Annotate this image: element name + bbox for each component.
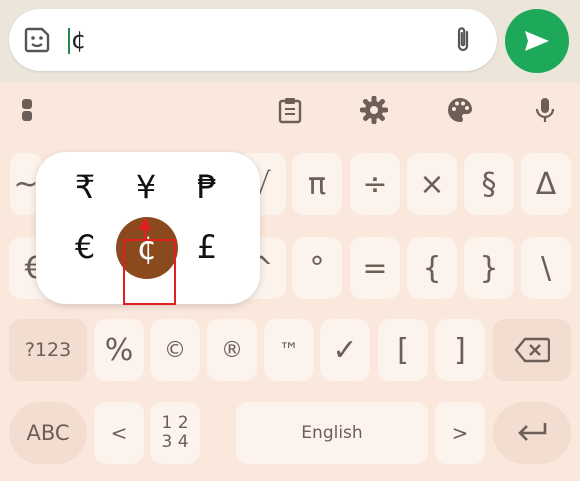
popup-rupee[interactable]: ₹ <box>54 156 116 218</box>
sticker-icon[interactable] <box>23 26 51 54</box>
key-label: > <box>451 421 469 445</box>
key-label: < <box>110 421 128 445</box>
key-label: © <box>164 337 186 363</box>
key-label: × <box>419 166 445 202</box>
key-label: [ <box>397 332 409 368</box>
key-label: ° <box>309 250 325 286</box>
key-greater-than[interactable]: > <box>435 402 485 464</box>
palette-icon[interactable] <box>446 96 474 124</box>
popup-euro[interactable]: € <box>54 216 116 278</box>
key-numpad[interactable]: 1 2 3 4 <box>150 402 200 464</box>
key-label: ÷ <box>362 166 388 202</box>
microphone-icon[interactable] <box>531 96 559 124</box>
key-backslash[interactable]: \ <box>521 237 571 299</box>
key-label: Δ <box>535 166 557 202</box>
key-percent[interactable]: % <box>94 319 144 381</box>
send-icon <box>525 31 549 51</box>
enter-button[interactable] <box>493 402 571 464</box>
key-label-bottom: 3 4 <box>161 432 189 452</box>
key-right-bracket[interactable]: ] <box>435 319 485 381</box>
paperclip-icon[interactable] <box>450 25 476 55</box>
key-registered[interactable]: ® <box>207 319 257 381</box>
compose-text[interactable]: ¢ <box>71 25 86 55</box>
popup-yen[interactable]: ¥ <box>115 156 177 218</box>
popup-pound[interactable]: £ <box>176 216 238 278</box>
key-label: ?123 <box>24 339 72 361</box>
clipboard-icon[interactable] <box>276 96 304 124</box>
send-button[interactable] <box>505 9 569 73</box>
highlight-box <box>123 239 176 305</box>
key-label: } <box>479 250 499 286</box>
key-checkmark[interactable]: ✓ <box>320 319 370 381</box>
key-multiply[interactable]: × <box>407 153 457 215</box>
key-right-brace[interactable]: } <box>464 237 514 299</box>
key-label: = <box>362 250 388 286</box>
key-label: { <box>422 250 442 286</box>
key-section[interactable]: § <box>464 153 514 215</box>
key-numbers-mode[interactable]: ?123 <box>9 319 87 381</box>
settings-gear-icon[interactable] <box>360 96 388 124</box>
key-label: % <box>104 332 134 368</box>
key-left-bracket[interactable]: [ <box>378 319 428 381</box>
key-left-brace[interactable]: { <box>407 237 457 299</box>
space-bar[interactable]: English <box>236 402 428 464</box>
popup-peso[interactable]: ₱ <box>176 156 238 218</box>
key-label: ® <box>221 337 243 363</box>
annotation-arrow-head <box>138 218 152 230</box>
key-equals[interactable]: = <box>350 237 400 299</box>
enter-icon <box>518 423 547 441</box>
key-label-top: 1 2 <box>161 413 189 433</box>
key-abc-mode[interactable]: ABC <box>9 402 87 464</box>
key-label: ✓ <box>332 332 358 368</box>
message-compose-box[interactable]: ¢ <box>9 9 497 71</box>
key-label: ™ <box>279 338 299 362</box>
key-copyright[interactable]: © <box>150 319 200 381</box>
keyboard: ~ √ π ÷ × § Δ € ¥ $ ¢ ^ ° = { } \ ?123 %… <box>0 82 580 481</box>
key-label: English <box>301 423 363 443</box>
text-cursor <box>68 28 70 54</box>
apps-grid-icon[interactable] <box>20 96 48 124</box>
key-label: § <box>481 166 497 202</box>
key-trademark[interactable]: ™ <box>264 319 314 381</box>
key-degree[interactable]: ° <box>292 237 342 299</box>
key-label: π <box>307 166 327 202</box>
key-label: ABC <box>26 421 70 445</box>
backspace-button[interactable] <box>493 319 571 381</box>
key-divide[interactable]: ÷ <box>350 153 400 215</box>
key-delta[interactable]: Δ <box>521 153 571 215</box>
key-less-than[interactable]: < <box>94 402 144 464</box>
backspace-icon <box>514 337 550 363</box>
key-label: \ <box>540 250 552 286</box>
key-label: ~ <box>13 166 39 202</box>
key-pi[interactable]: π <box>292 153 342 215</box>
key-label: ] <box>454 332 466 368</box>
